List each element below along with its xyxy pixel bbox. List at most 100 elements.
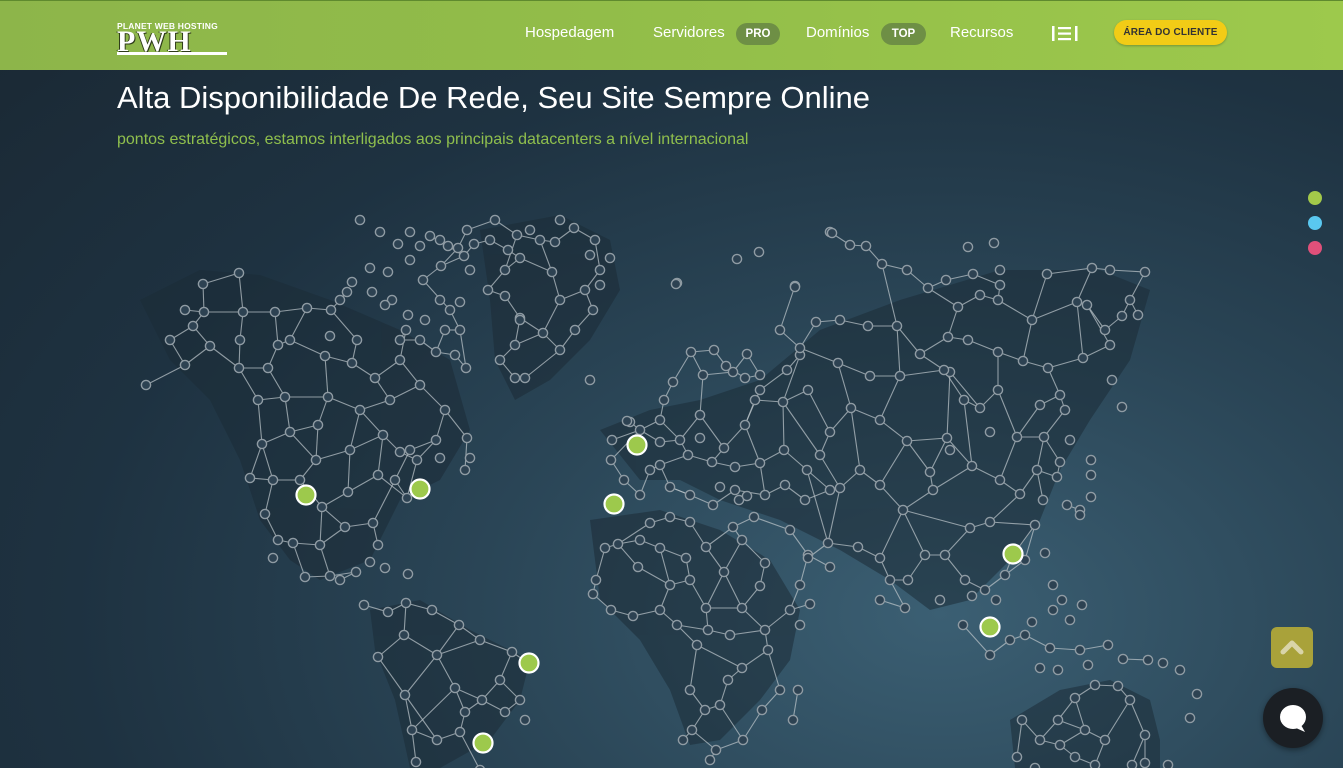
network-node bbox=[792, 684, 804, 696]
network-node bbox=[324, 330, 336, 342]
network-node bbox=[727, 366, 739, 378]
network-node bbox=[684, 489, 696, 501]
chevron-up-icon bbox=[1280, 640, 1304, 655]
menu-icon[interactable] bbox=[1051, 25, 1079, 43]
datacenter-marker[interactable] bbox=[626, 434, 648, 456]
network-node bbox=[342, 486, 354, 498]
network-node bbox=[404, 444, 416, 456]
chat-button[interactable] bbox=[1263, 688, 1323, 748]
nav-recursos[interactable]: Recursos bbox=[950, 23, 1013, 43]
network-node bbox=[967, 268, 979, 280]
network-node bbox=[1079, 724, 1091, 736]
network-node bbox=[554, 294, 566, 306]
network-node bbox=[458, 250, 470, 262]
network-node bbox=[1139, 757, 1151, 768]
slider-dot-1[interactable] bbox=[1308, 191, 1322, 205]
datacenter-marker[interactable] bbox=[472, 732, 494, 754]
network-node bbox=[341, 286, 353, 298]
nav-servidores[interactable]: Servidores bbox=[653, 23, 725, 43]
network-node bbox=[992, 294, 1004, 306]
network-node bbox=[382, 606, 394, 618]
network-node bbox=[714, 699, 726, 711]
network-node bbox=[554, 214, 566, 226]
network-node bbox=[449, 682, 461, 694]
network-node bbox=[658, 394, 670, 406]
nav-hospedagem[interactable]: Hospedagem bbox=[525, 23, 614, 43]
network-node bbox=[700, 541, 712, 553]
datacenter-marker[interactable] bbox=[1002, 543, 1024, 565]
datacenter-marker[interactable] bbox=[979, 616, 1001, 638]
network-node bbox=[1054, 389, 1066, 401]
network-node bbox=[587, 588, 599, 600]
network-node bbox=[1089, 679, 1101, 691]
network-node bbox=[1029, 519, 1041, 531]
network-node bbox=[1102, 639, 1114, 651]
network-node bbox=[379, 299, 391, 311]
network-node bbox=[546, 266, 558, 278]
network-node bbox=[579, 284, 591, 296]
scroll-to-top-button[interactable] bbox=[1271, 627, 1313, 668]
nav-dominios-badge[interactable]: TOP bbox=[881, 23, 926, 45]
datacenter-marker[interactable] bbox=[603, 493, 625, 515]
nav-dominios[interactable]: Domínios bbox=[806, 23, 869, 43]
datacenter-marker[interactable] bbox=[295, 484, 317, 506]
network-node bbox=[1064, 614, 1076, 626]
network-node bbox=[499, 706, 511, 718]
network-node bbox=[1011, 751, 1023, 763]
network-node bbox=[1052, 714, 1064, 726]
network-node bbox=[509, 339, 521, 351]
network-node bbox=[394, 446, 406, 458]
network-node bbox=[474, 634, 486, 646]
network-node bbox=[402, 309, 414, 321]
datacenter-marker[interactable] bbox=[518, 652, 540, 674]
network-node bbox=[824, 426, 836, 438]
network-node bbox=[587, 304, 599, 316]
network-node bbox=[632, 561, 644, 573]
network-node bbox=[1034, 734, 1046, 746]
network-node bbox=[939, 549, 951, 561]
network-node bbox=[707, 499, 719, 511]
network-node bbox=[754, 580, 766, 592]
network-node bbox=[299, 571, 311, 583]
network-node bbox=[524, 224, 536, 236]
network-node bbox=[1117, 653, 1129, 665]
network-node bbox=[654, 414, 666, 426]
network-node bbox=[979, 584, 991, 596]
network-node bbox=[810, 316, 822, 328]
network-node bbox=[272, 534, 284, 546]
network-node bbox=[1019, 629, 1031, 641]
network-node bbox=[994, 279, 1006, 291]
network-node bbox=[1011, 431, 1023, 443]
network-node bbox=[654, 542, 666, 554]
network-node bbox=[1037, 494, 1049, 506]
network-node bbox=[984, 426, 996, 438]
network-node bbox=[431, 649, 443, 661]
network-node bbox=[924, 466, 936, 478]
network-node bbox=[417, 274, 429, 286]
network-node bbox=[346, 276, 358, 288]
network-node bbox=[1124, 294, 1136, 306]
client-area-button[interactable]: ÁREA DO CLIENTE bbox=[1114, 20, 1227, 45]
network-node bbox=[874, 479, 886, 491]
network-node bbox=[1026, 616, 1038, 628]
slider-dot-2[interactable] bbox=[1308, 216, 1322, 230]
network-node bbox=[434, 452, 446, 464]
slider-dot-3[interactable] bbox=[1308, 241, 1322, 255]
network-node bbox=[974, 402, 986, 414]
network-node bbox=[957, 619, 969, 631]
nav-servidores-badge[interactable]: PRO bbox=[736, 23, 780, 45]
network-node bbox=[694, 409, 706, 421]
network-node bbox=[754, 369, 766, 381]
network-node bbox=[204, 340, 216, 352]
network-node bbox=[741, 490, 753, 502]
network-node bbox=[724, 629, 736, 641]
network-node bbox=[325, 304, 337, 316]
network-node bbox=[494, 354, 506, 366]
network-node bbox=[452, 242, 464, 254]
pwh-logo[interactable]: PLANET WEB HOSTING PWH bbox=[117, 21, 229, 57]
network-node bbox=[434, 294, 446, 306]
network-node bbox=[389, 474, 401, 486]
network-node bbox=[1034, 662, 1046, 674]
network-node bbox=[753, 246, 765, 258]
datacenter-marker[interactable] bbox=[409, 478, 431, 500]
